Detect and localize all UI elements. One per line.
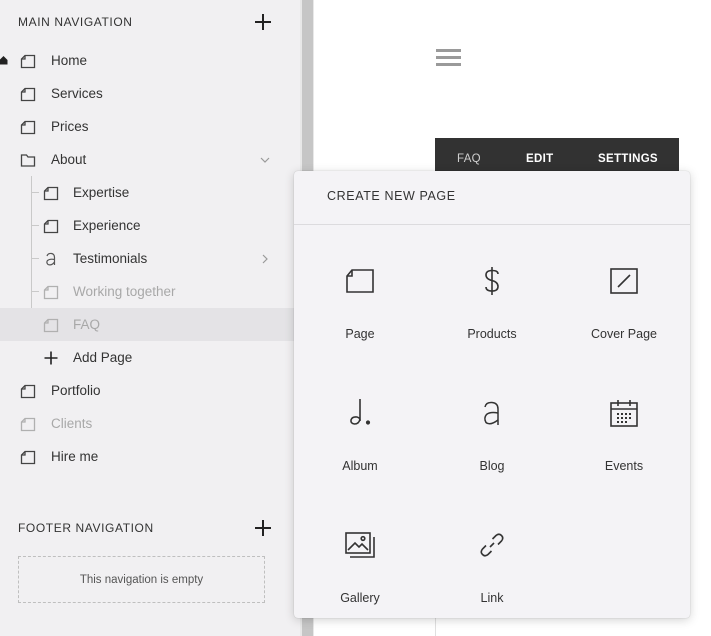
nav-item-working-together[interactable]: Working together xyxy=(0,275,300,308)
tile-label: Products xyxy=(467,327,517,341)
nav-item-services[interactable]: Services xyxy=(0,77,300,110)
create-page-option-cover-page[interactable]: Cover Page xyxy=(558,249,690,381)
page-icon xyxy=(20,86,36,102)
popover-title: CREATE NEW PAGE xyxy=(327,189,456,203)
nav-item-experience[interactable]: Experience xyxy=(0,209,300,242)
page-icon xyxy=(20,383,36,399)
nav-item-label: Services xyxy=(51,86,103,101)
settings-button[interactable]: SETTINGS xyxy=(598,153,658,165)
main-navigation-title: MAIN NAVIGATION xyxy=(18,15,133,29)
footer-empty-text: This navigation is empty xyxy=(79,573,204,586)
nav-item-label: Experience xyxy=(73,218,141,233)
nav-item-testimonials[interactable]: Testimonials xyxy=(0,242,300,275)
nav-item-prices[interactable]: Prices xyxy=(0,110,300,143)
tile-label: Events xyxy=(604,459,644,473)
page-icon xyxy=(43,284,59,300)
create-page-option-products[interactable]: Products xyxy=(426,249,558,381)
nav-item-label: About xyxy=(51,152,87,167)
nav-item-label: Hire me xyxy=(51,449,99,464)
hamburger-menu-icon[interactable] xyxy=(436,49,461,66)
nav-item-label: Portfolio xyxy=(51,383,101,398)
chevron-right-icon[interactable] xyxy=(259,253,271,265)
chevron-down-icon[interactable] xyxy=(259,154,271,166)
add-footer-nav-page-button[interactable] xyxy=(255,520,271,536)
gallery-icon xyxy=(343,528,377,562)
create-page-option-events[interactable]: Events xyxy=(558,381,690,513)
folder-icon xyxy=(20,152,36,168)
nav-item-label: FAQ xyxy=(73,317,101,332)
plus-icon xyxy=(43,350,59,366)
page-icon xyxy=(43,317,59,333)
music-note-icon xyxy=(343,396,377,430)
create-page-option-link[interactable]: Link xyxy=(426,513,558,636)
divider xyxy=(294,224,690,225)
add-main-nav-page-button[interactable] xyxy=(255,14,271,30)
page-icon xyxy=(20,416,36,432)
nav-item-label: Home xyxy=(51,53,88,68)
footer-navigation-title: FOOTER NAVIGATION xyxy=(18,521,154,535)
nav-item-label: Working together xyxy=(73,284,176,299)
blog-icon xyxy=(43,251,59,267)
nav-item-expertise[interactable]: Expertise xyxy=(0,176,300,209)
create-page-option-blog[interactable]: Blog xyxy=(426,381,558,513)
nav-item-label: Clients xyxy=(51,416,93,431)
nav-item-about[interactable]: About xyxy=(0,143,300,176)
create-page-option-page[interactable]: Page xyxy=(294,249,426,381)
nav-item-portfolio[interactable]: Portfolio xyxy=(0,374,300,407)
create-page-option-gallery[interactable]: Gallery xyxy=(294,513,426,636)
page-icon xyxy=(20,119,36,135)
edit-button[interactable]: EDIT xyxy=(526,153,553,165)
blog-icon xyxy=(475,396,509,430)
page-icon xyxy=(43,218,59,234)
page-icon xyxy=(343,264,377,298)
nav-item-faq[interactable]: FAQ xyxy=(0,308,300,341)
nav-item-home[interactable]: Home xyxy=(0,44,300,77)
add-page-label: Add Page xyxy=(73,350,133,365)
nav-item-label: Testimonials xyxy=(73,251,148,266)
page-icon xyxy=(20,53,36,69)
nav-item-label: Prices xyxy=(51,119,89,134)
dollar-icon xyxy=(475,264,509,298)
nav-item-clients[interactable]: Clients xyxy=(0,407,300,440)
tile-label: Album xyxy=(342,459,378,473)
footer-empty-dropzone: This navigation is empty xyxy=(18,556,265,603)
cover-page-icon xyxy=(607,264,641,298)
create-new-page-popover: CREATE NEW PAGE Page Products Cover Page… xyxy=(294,171,690,618)
toolbar-faq-label: FAQ xyxy=(457,153,481,165)
calendar-icon xyxy=(607,396,641,430)
create-page-option-album[interactable]: Album xyxy=(294,381,426,513)
nav-item-hire-me[interactable]: Hire me xyxy=(0,440,300,473)
add-page-button[interactable]: Add Page xyxy=(0,341,300,374)
tile-label: Page xyxy=(345,327,375,341)
page-icon xyxy=(43,185,59,201)
link-icon xyxy=(475,528,509,562)
page-icon xyxy=(20,449,36,465)
sidebar: MAIN NAVIGATION Home Services Prices Abo… xyxy=(0,0,300,636)
tile-label: Blog xyxy=(479,459,505,473)
tile-label: Link xyxy=(480,591,504,605)
nav-item-label: Expertise xyxy=(73,185,130,200)
tile-label: Cover Page xyxy=(590,327,657,341)
tile-label: Gallery xyxy=(340,591,380,605)
